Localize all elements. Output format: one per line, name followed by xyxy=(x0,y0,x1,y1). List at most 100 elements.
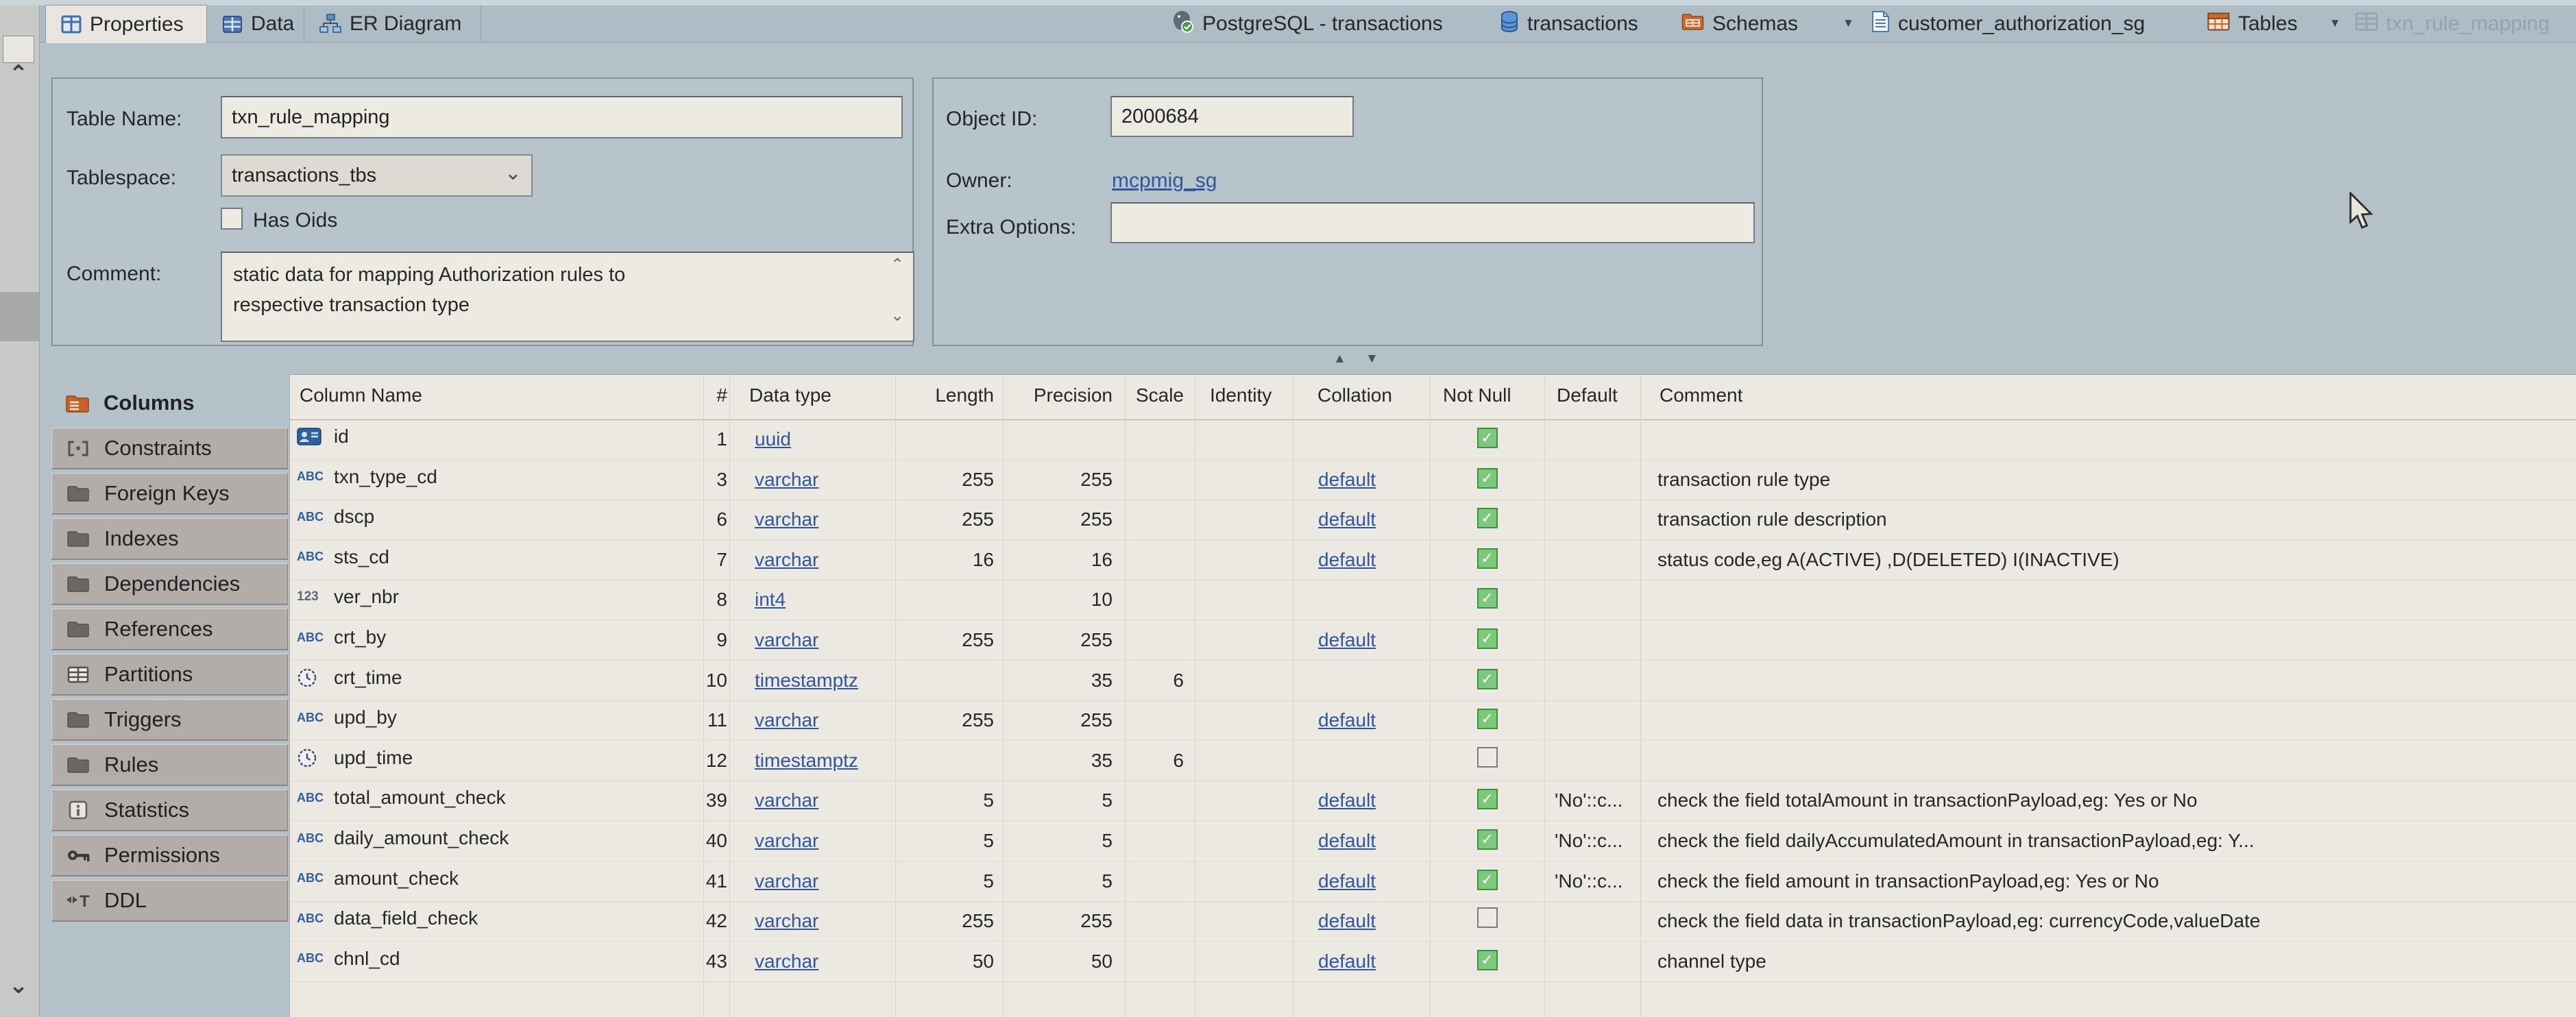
sidebar-item-constraints[interactable]: Constraints xyxy=(51,428,288,469)
not-null-checkbox[interactable] xyxy=(1477,907,1498,928)
sidebar-item-statistics[interactable]: Statistics xyxy=(51,789,288,831)
sidebar-item-ddl[interactable]: T DDL xyxy=(51,880,288,921)
sidebar-item-dependencies[interactable]: Dependencies xyxy=(51,563,288,604)
tab-properties[interactable]: Properties xyxy=(45,5,207,43)
data-type-link[interactable]: varchar xyxy=(755,830,818,851)
column-row-daily_amount_check[interactable]: ABCdaily_amount_check 40 varchar 5 5 def… xyxy=(290,822,2576,861)
column-row-ver_nbr[interactable]: 123ver_nbr 8 int4 10 ✓ xyxy=(290,580,2576,620)
scroll-up-icon[interactable]: ⌃ xyxy=(5,66,32,82)
data-type-link[interactable]: uuid xyxy=(755,428,791,450)
breadcrumb-connection[interactable]: PostgreSQL - transactions xyxy=(1169,5,1443,42)
rail-minimized-tab[interactable] xyxy=(3,36,34,63)
sidebar-item-partitions[interactable]: Partitions xyxy=(51,654,288,695)
collation-link[interactable]: default xyxy=(1318,951,1376,972)
sash-collapse-down-icon[interactable]: ▼ xyxy=(1365,352,1378,366)
header-precision[interactable]: Precision xyxy=(1003,384,1117,406)
data-type-link[interactable]: varchar xyxy=(755,629,818,650)
column-row-upd_by[interactable]: ABCupd_by 11 varchar 255 255 default ✓ xyxy=(290,701,2576,741)
owner-link[interactable]: mcpmig_sg xyxy=(1112,169,1217,193)
not-null-checkbox[interactable]: ✓ xyxy=(1477,628,1498,649)
data-type-link[interactable]: varchar xyxy=(755,910,818,931)
data-type-link[interactable]: varchar xyxy=(755,549,818,570)
header-data-type[interactable]: Data type xyxy=(749,384,831,406)
data-type-link[interactable]: varchar xyxy=(755,469,818,490)
not-null-checkbox[interactable]: ✓ xyxy=(1477,428,1498,448)
header-length[interactable]: Length xyxy=(895,384,998,406)
column-row-crt_by[interactable]: ABCcrt_by 9 varchar 255 255 default ✓ xyxy=(290,621,2576,661)
header-scale[interactable]: Scale xyxy=(1125,384,1188,406)
comment-scroll-up-icon[interactable]: ⌃ xyxy=(890,258,904,272)
comment-scroll-down-icon[interactable]: ⌄ xyxy=(890,309,904,323)
collation-link[interactable]: default xyxy=(1318,870,1376,892)
collation-link[interactable]: default xyxy=(1318,469,1376,490)
tablespace-select[interactable]: transactions_tbs ⌄ xyxy=(221,154,533,197)
tab-data[interactable]: Data xyxy=(207,5,304,42)
not-null-checkbox[interactable]: ✓ xyxy=(1477,669,1498,689)
header-identity[interactable]: Identity xyxy=(1210,384,1285,406)
column-row-total_amount_check[interactable]: ABCtotal_amount_check 39 varchar 5 5 def… xyxy=(290,781,2576,821)
data-type-link[interactable]: timestamptz xyxy=(755,670,858,691)
not-null-checkbox[interactable]: ✓ xyxy=(1477,548,1498,569)
sidebar-item-permissions[interactable]: Permissions xyxy=(51,835,288,876)
not-null-checkbox[interactable]: ✓ xyxy=(1477,709,1498,729)
collation-link[interactable]: default xyxy=(1318,789,1376,811)
column-row-crt_time[interactable]: crt_time 10 timestamptz 35 6 ✓ xyxy=(290,661,2576,701)
data-type-link[interactable]: varchar xyxy=(755,870,818,892)
breadcrumb-table[interactable]: txn_rule_mapping xyxy=(2355,5,2550,42)
not-null-checkbox[interactable]: ✓ xyxy=(1477,870,1498,890)
not-null-checkbox[interactable]: ✓ xyxy=(1477,468,1498,489)
header-number[interactable]: # xyxy=(674,384,727,406)
collation-link[interactable]: default xyxy=(1318,549,1376,570)
tables-dropdown-caret[interactable]: ▼ xyxy=(2329,16,2341,30)
sidebar-item-references[interactable]: References xyxy=(51,609,288,650)
header-default[interactable]: Default xyxy=(1557,384,1618,406)
sidebar-item-indexes[interactable]: Indexes xyxy=(51,518,288,559)
schemas-dropdown-caret[interactable]: ▼ xyxy=(1843,16,1854,30)
column-row-txn_type_cd[interactable]: ABCtxn_type_cd 3 varchar 255 255 default… xyxy=(290,461,2576,500)
data-type-link[interactable]: varchar xyxy=(755,508,818,530)
collation-link[interactable]: default xyxy=(1318,508,1376,530)
breadcrumb-tables[interactable]: Tables xyxy=(2207,5,2298,42)
sidebar-item-triggers[interactable]: Triggers xyxy=(51,699,288,740)
not-null-checkbox[interactable]: ✓ xyxy=(1477,588,1498,609)
sidebar-item-rules[interactable]: Rules xyxy=(51,744,288,785)
breadcrumb-schema[interactable]: customer_authorization_sg xyxy=(1871,5,2145,42)
rail-thumb[interactable] xyxy=(0,292,39,341)
data-type-link[interactable]: varchar xyxy=(755,951,818,972)
collation-link[interactable]: default xyxy=(1318,830,1376,851)
column-row-amount_check[interactable]: ABCamount_check 41 varchar 5 5 default ✓… xyxy=(290,862,2576,902)
breadcrumb-database[interactable]: transactions xyxy=(1500,5,1638,42)
has-oids-checkbox[interactable] xyxy=(221,208,243,230)
data-type-link[interactable]: varchar xyxy=(755,789,818,811)
column-row-data_field_check[interactable]: ABCdata_field_check 42 varchar 255 255 d… xyxy=(290,902,2576,942)
header-comment[interactable]: Comment xyxy=(1660,384,1742,406)
sidebar-item-columns[interactable]: Columns xyxy=(51,382,288,424)
column-row-chnl_cd[interactable]: ABCchnl_cd 43 varchar 50 50 default ✓ ch… xyxy=(290,942,2576,982)
tab-er-diagram[interactable]: ER Diagram xyxy=(304,5,481,42)
collation-link[interactable]: default xyxy=(1318,629,1376,650)
collation-link[interactable]: default xyxy=(1318,709,1376,731)
scroll-down-icon[interactable]: ⌄ xyxy=(5,977,32,994)
breadcrumb-schemas[interactable]: Schemas xyxy=(1681,5,1798,42)
column-row-upd_time[interactable]: upd_time 12 timestamptz 35 6 xyxy=(290,742,2576,781)
header-collation[interactable]: Collation xyxy=(1317,384,1427,406)
comment-textarea[interactable]: static data for mapping Authorization ru… xyxy=(221,252,914,342)
collation-link[interactable]: default xyxy=(1318,910,1376,931)
column-row-dscp[interactable]: ABCdscp 6 varchar 255 255 default ✓ tran… xyxy=(290,500,2576,540)
not-null-checkbox[interactable]: ✓ xyxy=(1477,508,1498,528)
not-null-checkbox[interactable] xyxy=(1477,747,1498,768)
data-type-link[interactable]: int4 xyxy=(755,589,786,610)
data-type-link[interactable]: timestamptz xyxy=(755,750,858,771)
header-not-null[interactable]: Not Null xyxy=(1443,384,1511,406)
not-null-checkbox[interactable]: ✓ xyxy=(1477,829,1498,850)
column-row-sts_cd[interactable]: ABCsts_cd 7 varchar 16 16 default ✓ stat… xyxy=(290,541,2576,580)
table-name-input[interactable] xyxy=(221,96,903,138)
object-id-input[interactable] xyxy=(1110,96,1354,137)
sash-collapse-up-icon[interactable]: ▲ xyxy=(1333,352,1346,366)
extra-options-input[interactable] xyxy=(1110,202,1755,243)
header-column-name[interactable]: Column Name xyxy=(300,384,422,406)
data-type-link[interactable]: varchar xyxy=(755,709,818,731)
not-null-checkbox[interactable]: ✓ xyxy=(1477,789,1498,809)
column-row-id[interactable]: id 1 uuid ✓ xyxy=(290,420,2576,460)
sidebar-item-foreign-keys[interactable]: Foreign Keys xyxy=(51,473,288,514)
